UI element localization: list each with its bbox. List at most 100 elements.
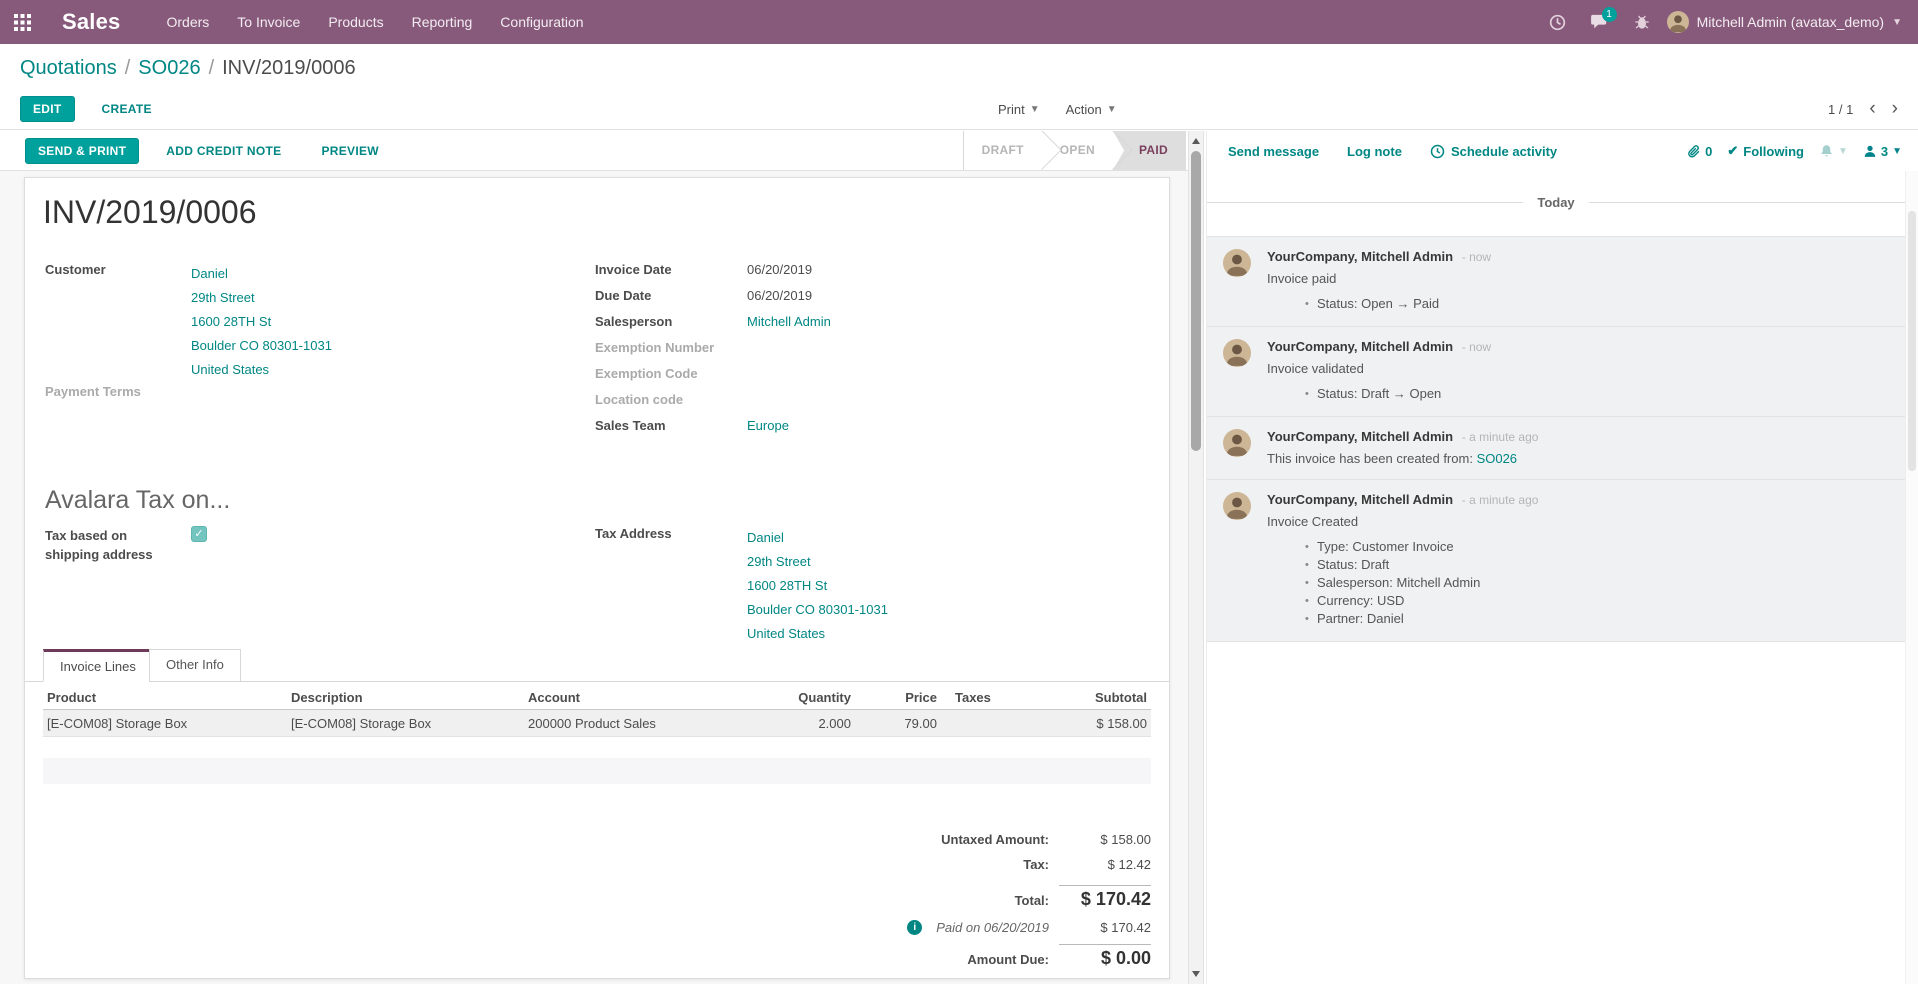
- message-body: This invoice has been created from: SO02…: [1267, 451, 1891, 466]
- preview-button[interactable]: PREVIEW: [308, 138, 391, 164]
- chatter-toolbar: Send message Log note Schedule activity …: [1207, 131, 1918, 171]
- cell-subtotal: $ 158.00: [1033, 716, 1151, 731]
- chatter-panel: Send message Log note Schedule activity …: [1206, 131, 1918, 984]
- activities-clock-icon[interactable]: [1541, 0, 1575, 44]
- send-message-button[interactable]: Send message: [1228, 144, 1319, 159]
- source-order-link[interactable]: SO026: [1477, 451, 1517, 466]
- untaxed-amount-row: Untaxed Amount: $ 158.00: [821, 832, 1151, 857]
- pager-next-icon[interactable]: ›: [1892, 99, 1898, 119]
- customer-city-link[interactable]: Boulder CO 80301-1031: [191, 338, 332, 353]
- sales-team-link[interactable]: Europe: [747, 418, 789, 433]
- clock-icon: [1430, 144, 1445, 159]
- customer-street-link[interactable]: 29th Street: [191, 290, 255, 305]
- avalara-section-heading: Avalara Tax on...: [45, 486, 230, 515]
- tax-shipping-checkbox[interactable]: ✓: [191, 526, 207, 542]
- tracking-values: Status: Open → Paid: [1305, 295, 1891, 313]
- customer-name-link[interactable]: Daniel: [191, 266, 228, 281]
- avatar[interactable]: [1223, 339, 1251, 367]
- payment-terms-label: Payment Terms: [45, 384, 141, 399]
- following-button[interactable]: ✔ Following: [1727, 143, 1804, 159]
- scrollbar-thumb[interactable]: [1191, 151, 1201, 451]
- col-description[interactable]: Description: [287, 690, 524, 705]
- breadcrumb-quotations-link[interactable]: Quotations: [20, 57, 117, 79]
- avatar[interactable]: [1223, 249, 1251, 277]
- message-author[interactable]: YourCompany, Mitchell Admin: [1267, 492, 1453, 507]
- navbar-right: 1 Mitchell Admin (avatax_demo) ▼: [1541, 0, 1918, 44]
- create-button[interactable]: CREATE: [89, 96, 165, 122]
- app-brand[interactable]: Sales: [62, 9, 121, 35]
- add-credit-note-button[interactable]: ADD CREDIT NOTE: [153, 138, 294, 164]
- field-tax-address: Tax Address Daniel 29th Street 1600 28TH…: [595, 526, 745, 541]
- send-print-button[interactable]: SEND & PRINT: [25, 138, 139, 164]
- attachments-count: 0: [1705, 144, 1712, 159]
- messages-icon[interactable]: 1: [1583, 0, 1617, 44]
- chevron-down-icon: ▼: [1838, 146, 1848, 157]
- chatter-scrollbar[interactable]: [1905, 171, 1918, 984]
- bell-icon: [1819, 144, 1834, 159]
- message-timestamp: - now: [1462, 340, 1491, 354]
- pager-previous-icon[interactable]: ‹: [1869, 99, 1875, 119]
- menu-orders[interactable]: Orders: [155, 0, 222, 44]
- status-step-draft[interactable]: DRAFT: [964, 131, 1042, 170]
- avatar[interactable]: [1223, 429, 1251, 457]
- message-author[interactable]: YourCompany, Mitchell Admin: [1267, 249, 1453, 264]
- user-menu[interactable]: Mitchell Admin (avatax_demo) ▼: [1667, 11, 1902, 33]
- menu-to-invoice[interactable]: To Invoice: [225, 0, 312, 44]
- menu-reporting[interactable]: Reporting: [400, 0, 485, 44]
- print-dropdown[interactable]: Print ▼: [998, 102, 1040, 117]
- cell-price: 79.00: [855, 716, 941, 731]
- edit-button[interactable]: EDIT: [20, 96, 75, 122]
- col-product[interactable]: Product: [43, 690, 287, 705]
- attachments-button[interactable]: 0: [1687, 144, 1712, 159]
- notify-bell-dropdown[interactable]: ▼: [1819, 144, 1848, 159]
- tax-address-street2-link[interactable]: 1600 28TH St: [747, 578, 827, 593]
- payment-info-icon[interactable]: i: [907, 920, 922, 935]
- scroll-up-icon[interactable]: [1189, 134, 1203, 148]
- message-author[interactable]: YourCompany, Mitchell Admin: [1267, 429, 1453, 444]
- breadcrumb-so026-link[interactable]: SO026: [138, 57, 200, 79]
- totals-divider: [1059, 944, 1151, 945]
- cell-account: 200000 Product Sales: [524, 716, 785, 731]
- col-subtotal[interactable]: Subtotal: [1033, 690, 1151, 705]
- field-due-date: Due Date 06/20/2019: [595, 288, 745, 303]
- message-timestamp: - now: [1462, 250, 1491, 264]
- chevron-down-icon: ▼: [1892, 17, 1902, 28]
- tracking-values: Type: Customer Invoice Status: Draft Sal…: [1305, 538, 1891, 628]
- tab-other-info[interactable]: Other Info: [149, 649, 241, 682]
- amount-due-value: $ 0.00: [1059, 948, 1151, 969]
- check-icon: ✔: [1727, 143, 1738, 159]
- message-author[interactable]: YourCompany, Mitchell Admin: [1267, 339, 1453, 354]
- customer-street2-link[interactable]: 1600 28TH St: [191, 314, 271, 329]
- form-scrollbar[interactable]: [1188, 131, 1204, 984]
- menu-products[interactable]: Products: [316, 0, 395, 44]
- col-price[interactable]: Price: [855, 690, 941, 705]
- followers-count: 3: [1881, 144, 1888, 159]
- log-note-button[interactable]: Log note: [1347, 144, 1402, 159]
- debug-bug-icon[interactable]: [1625, 0, 1659, 44]
- schedule-activity-button[interactable]: Schedule activity: [1430, 144, 1557, 159]
- scroll-down-icon[interactable]: [1189, 967, 1203, 981]
- table-row[interactable]: [E-COM08] Storage Box [E-COM08] Storage …: [43, 710, 1151, 737]
- field-invoice-date: Invoice Date 06/20/2019: [595, 262, 745, 277]
- control-panel: Quotations/SO026/INV/2019/0006 EDIT CREA…: [0, 44, 1918, 130]
- col-account[interactable]: Account: [524, 690, 785, 705]
- followers-dropdown[interactable]: 3 ▼: [1863, 144, 1902, 159]
- field-sales-team: Sales Team Europe: [595, 418, 745, 433]
- tax-address-city-link[interactable]: Boulder CO 80301-1031: [747, 602, 888, 617]
- message-body: Invoice Created: [1267, 514, 1891, 529]
- menu-configuration[interactable]: Configuration: [488, 0, 595, 44]
- salesperson-link[interactable]: Mitchell Admin: [747, 314, 831, 329]
- scrollbar-thumb[interactable]: [1908, 211, 1916, 471]
- tax-address-name-link[interactable]: Daniel: [747, 530, 784, 545]
- total-row: Total: $ 170.42: [821, 889, 1151, 914]
- breadcrumb-separator: /: [209, 57, 215, 79]
- avatar[interactable]: [1223, 492, 1251, 520]
- col-taxes[interactable]: Taxes: [941, 690, 1033, 705]
- tax-address-country-link[interactable]: United States: [747, 626, 825, 641]
- apps-grid-icon[interactable]: [0, 0, 44, 44]
- customer-country-link[interactable]: United States: [191, 362, 269, 377]
- tax-address-street-link[interactable]: 29th Street: [747, 554, 811, 569]
- action-dropdown[interactable]: Action ▼: [1066, 102, 1117, 117]
- col-quantity[interactable]: Quantity: [785, 690, 855, 705]
- tab-invoice-lines[interactable]: Invoice Lines: [43, 649, 153, 682]
